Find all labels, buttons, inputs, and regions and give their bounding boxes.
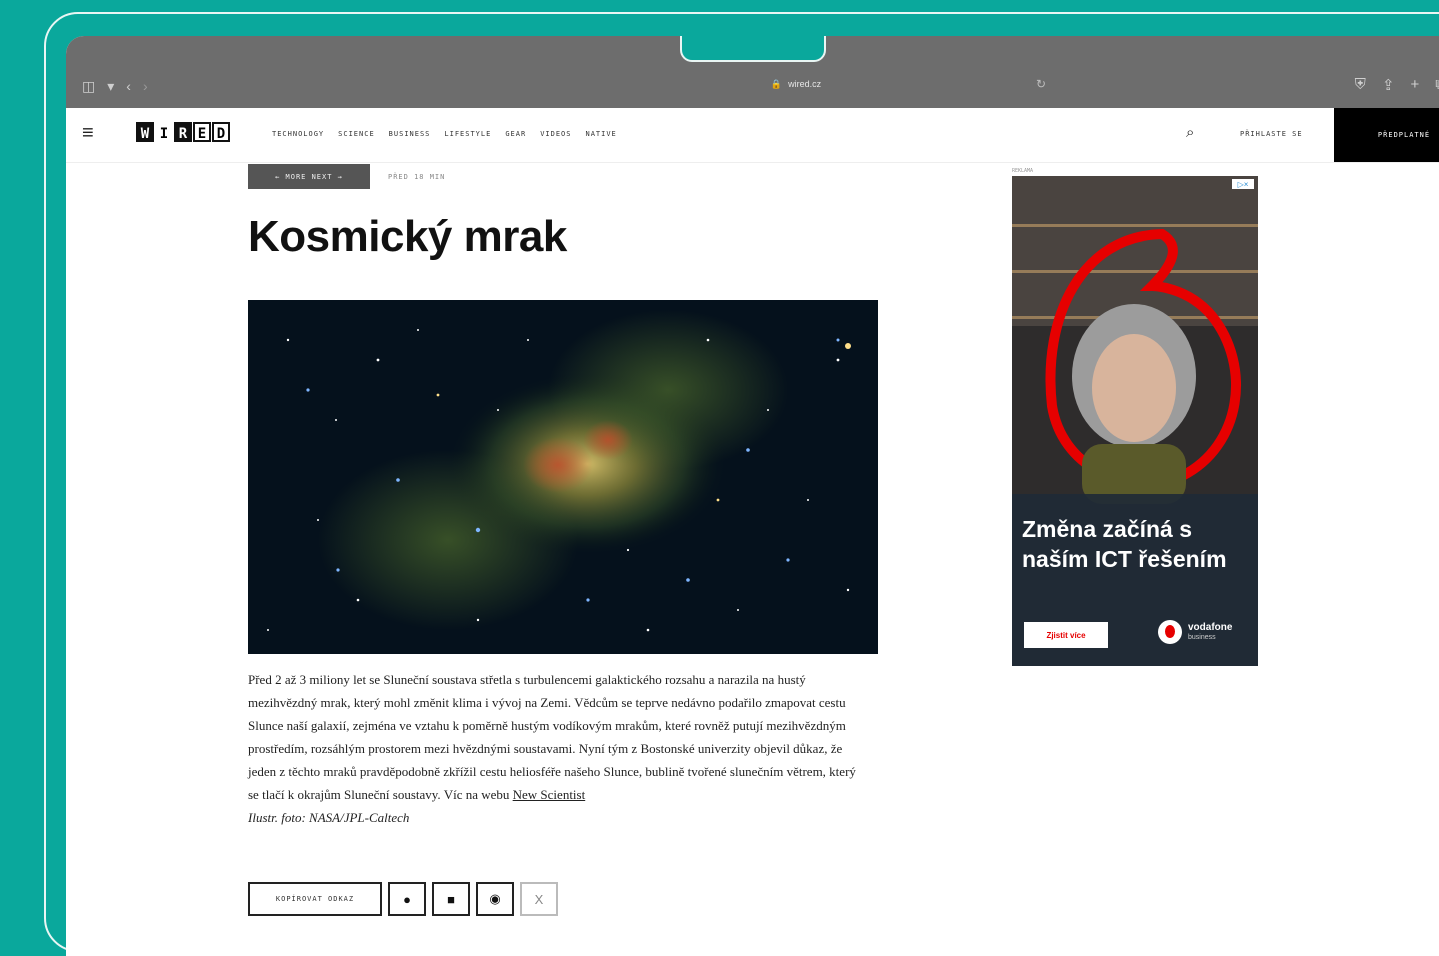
address-bar[interactable]: 🔒 wired.cz ↻: [486, 72, 1106, 96]
x-icon: X: [534, 891, 544, 907]
nav-item-science[interactable]: SCIENCE: [338, 130, 375, 138]
facebook-share-button[interactable]: ●: [388, 882, 426, 916]
nav-item-business[interactable]: BUSINESS: [389, 130, 431, 138]
nav-item-gear[interactable]: GEAR: [505, 130, 526, 138]
logo-letter: W: [136, 122, 154, 142]
nav-item-technology[interactable]: TECHNOLOGY: [272, 130, 324, 138]
logo-letter: R: [174, 122, 192, 142]
subscribe-button[interactable]: PŘEDPLATNÉ: [1334, 108, 1439, 162]
linkedin-icon: ■: [447, 891, 455, 907]
hamburger-menu-icon[interactable]: ≡: [82, 122, 94, 145]
photo-credit: Ilustr. foto: NASA/JPL-Caltech: [248, 810, 410, 825]
logo-letter: I: [159, 126, 169, 142]
timestamp: PŘED 18 MIN: [388, 173, 446, 181]
url-text: wired.cz: [788, 79, 822, 89]
article-title: Kosmický mrak: [248, 212, 567, 261]
source-link[interactable]: New Scientist: [513, 787, 586, 802]
shield-icon[interactable]: ⛨: [1355, 76, 1366, 94]
login-link[interactable]: PŘIHLASTE SE: [1240, 130, 1303, 138]
logo-letter: E: [193, 122, 211, 142]
x-share-button[interactable]: X: [520, 882, 558, 916]
ad-headline: Změna začíná s naším ICT řešením: [1022, 516, 1227, 572]
forward-icon[interactable]: ›: [143, 78, 148, 95]
ad-choices-icon[interactable]: ▷×: [1232, 179, 1254, 189]
hero-image: [248, 300, 878, 654]
article-body: Před 2 až 3 miliony let se Sluneční sous…: [248, 668, 868, 829]
brand-sub: business: [1188, 634, 1216, 641]
article-paragraph: Před 2 až 3 miliony let se Sluneční sous…: [248, 672, 856, 802]
sidebar-toggle-icon[interactable]: ◫: [82, 78, 95, 95]
device-notch: [680, 36, 826, 62]
nav-item-lifestyle[interactable]: LIFESTYLE: [444, 130, 491, 138]
lock-icon: 🔒: [770, 78, 783, 89]
reload-icon[interactable]: ↻: [1036, 77, 1046, 91]
ad-label: REKLAMA: [1012, 168, 1034, 174]
vodafone-logo: vodafone business: [1158, 620, 1232, 644]
chevron-down-icon[interactable]: ▾: [107, 78, 114, 95]
facebook-icon: ●: [403, 891, 411, 907]
more-next-button[interactable]: ← MORE NEXT →: [248, 164, 370, 189]
whatsapp-share-button[interactable]: ◉: [476, 882, 514, 916]
nav-item-native[interactable]: NATIVE: [585, 130, 616, 138]
share-icon[interactable]: ⇪: [1382, 76, 1395, 94]
linkedin-share-button[interactable]: ■: [432, 882, 470, 916]
back-icon[interactable]: ‹: [126, 78, 131, 95]
browser-window: ◫ ▾ ‹ › 🔒 wired.cz ↻ ⛨ ⇪ + ⧉ ≡ W I R E D…: [66, 36, 1439, 956]
tabs-overview-icon[interactable]: ⧉: [1435, 76, 1439, 94]
brand-name: vodafone: [1188, 622, 1233, 633]
copy-link-button[interactable]: KOPÍROVAT ODKAZ: [248, 882, 382, 916]
whatsapp-icon: ◉: [489, 891, 501, 906]
search-icon[interactable]: ⌕: [1186, 124, 1194, 141]
site-navigation: ≡ W I R E D TECHNOLOGY SCIENCE BUSINESS …: [66, 108, 1439, 163]
ad-cta-button[interactable]: Zjistit více: [1024, 622, 1108, 648]
new-tab-icon[interactable]: +: [1411, 76, 1420, 94]
advertisement[interactable]: ▷× Změna začíná s naším ICT řešením Zjis…: [1012, 176, 1258, 666]
logo-letter: D: [212, 122, 230, 142]
wired-logo[interactable]: W I R E D: [136, 122, 230, 142]
share-bar: KOPÍROVAT ODKAZ ● ■ ◉ X: [248, 882, 558, 916]
vodafone-icon: [1158, 620, 1182, 644]
nav-item-videos[interactable]: VIDEOS: [540, 130, 571, 138]
